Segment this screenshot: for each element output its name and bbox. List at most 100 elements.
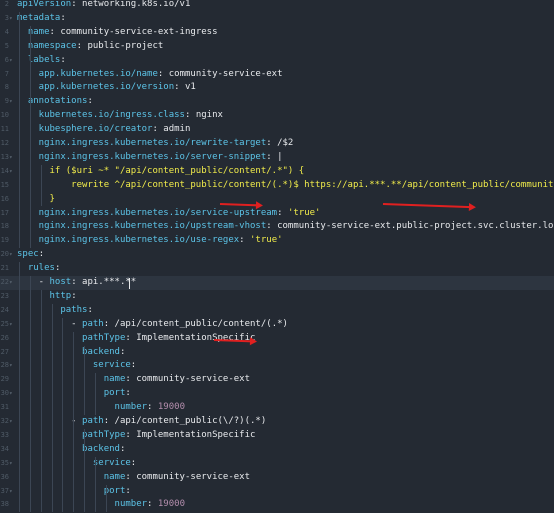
code-line[interactable]: 13 ▾ nginx.ingress.kubernetes.io/server-s… [0,151,554,165]
yaml-value: : [125,485,131,496]
chevron-down-icon[interactable]: ▾ [9,165,15,179]
code-line[interactable]: 24 paths: [0,304,554,318]
line-number: 7 [4,69,9,78]
line-number: 6 [4,55,9,64]
code-line[interactable]: 9 ▾ annotations: [0,95,554,109]
yaml-key: rules [17,263,55,274]
yaml-value: : [38,249,45,260]
code-line[interactable]: 3 ▾ metadata: [0,12,554,26]
chevron-down-icon[interactable]: ▾ [9,54,15,68]
yaml-value: : [87,96,93,107]
yaml-value: : [125,388,131,399]
code-line[interactable]: 14 ▾ if ($uri ~* "/api/content_public/con… [0,165,554,179]
code-text: rules: [17,262,61,276]
line-number: 11 [0,125,9,134]
code-text: if ($uri ~* "/api/content_public/content… [17,165,305,179]
yaml-key: backend [17,443,120,454]
chevron-down-icon[interactable]: ▾ [9,387,15,401]
code-line[interactable]: 12 nginx.ingress.kubernetes.io/rewrite-t… [0,137,554,151]
code-line[interactable]: 6 ▾ labels: [0,54,554,68]
yaml-key: number [17,402,148,413]
chevron-down-icon[interactable]: ▾ [9,485,15,499]
yaml-key: number [17,499,148,510]
yaml-value: : public-project [76,40,164,51]
chevron-down-icon[interactable]: ▾ [9,151,15,165]
yaml-key: path [82,416,104,426]
yaml-value: : [239,235,251,246]
chevron-down-icon[interactable]: ▾ [9,95,15,109]
indent-guide [94,373,96,415]
code-line[interactable]: 23 http: [0,290,554,304]
indent-guide [40,289,42,513]
code-line[interactable]: 18 nginx.ingress.kubernetes.io/upstream-… [0,220,554,234]
chevron-down-icon[interactable]: ▾ [9,457,15,471]
yaml-value: : [119,443,126,454]
code-line[interactable]: 2 apiVersion: networking.k8s.io/v1 [0,0,554,12]
line-number: 36 [0,472,9,481]
yaml-key: nginx.ingress.kubernetes.io/server-snipp… [17,151,267,162]
indent-guide [73,415,75,513]
code-line[interactable]: 11 kubesphere.io/creator: admin [0,123,554,137]
chevron-down-icon[interactable]: ▾ [9,276,15,290]
yaml-value: : ImplementationSpecific [125,429,256,440]
code-line[interactable]: 10 kubernetes.io/ingress.class: nginx [0,109,554,123]
yaml-string: 'true' [250,235,283,246]
code-line[interactable]: 20 ▾ spec: [0,248,554,262]
yaml-number: 19000 [157,499,185,510]
code-text: kubesphere.io/creator: admin [17,123,191,137]
yaml-value: : [277,207,288,218]
yaml-key: app.kubernetes.io/version [17,82,175,93]
chevron-down-icon[interactable]: ▾ [9,415,15,429]
line-number: 9 [4,97,9,106]
code-line[interactable]: 5 namespace: public-project [0,40,554,54]
line-number: 15 [0,180,9,189]
yaml-value: : api.***.** [71,277,137,287]
yaml-string: if ($uri ~* "/api/content_public/content… [17,165,305,176]
code-line[interactable]: 8 app.kubernetes.io/version: v1 [0,81,554,95]
line-number: 13 [0,152,9,161]
yaml-value: : [130,360,137,371]
chevron-down-icon[interactable]: ▾ [9,12,15,26]
indent-guide [19,11,20,249]
code-line[interactable]: 21 rules: [0,262,554,276]
chevron-down-icon[interactable]: ▾ [9,318,15,332]
code-line[interactable]: 4 name: community-service-ext-ingress [0,26,554,40]
line-number: 10 [0,111,9,120]
yaml-key: nginx.ingress.kubernetes.io/rewrite-targ… [17,138,267,148]
chevron-down-icon[interactable]: ▾ [9,248,15,262]
line-number: 20 [0,250,9,259]
code-line[interactable]: 19 nginx.ingress.kubernetes.io/use-regex… [0,234,554,248]
yaml-value: : [54,263,61,274]
line-number: 23 [0,291,9,300]
yaml-key: http [17,290,72,301]
code-line[interactable]: 22 ▾ - host: api.***.** [0,276,554,290]
code-line[interactable]: 15 rewrite ^/api/content_public/content/… [0,179,554,193]
yaml-value: - [17,318,83,329]
yaml-value: : v1 [174,82,196,93]
code-line[interactable]: 32 ▾ - path: /api/content_public(\/?)(.*) [0,415,554,429]
indent-guide [73,331,75,415]
code-line[interactable]: 7 app.kubernetes.io/name: community-serv… [0,68,554,82]
chevron-down-icon[interactable]: ▾ [9,359,15,373]
line-number: 38 [0,500,9,509]
yaml-string: 'true' [287,207,321,218]
yaml-value: : nginx [184,110,223,121]
indent-guide [62,317,64,513]
yaml-value: : networking.k8s.io/v1 [71,0,191,9]
yaml-value: : | [266,151,283,162]
code-text: kubernetes.io/ingress.class: nginx [17,109,223,123]
yaml-value: : community-service-ext.public-project.s… [266,221,554,232]
line-number: 19 [0,236,9,245]
code-text: nginx.ingress.kubernetes.io/service-upst… [17,207,321,221]
code-text: - path: /api/content_public(\/?)(.*) [17,415,266,429]
yaml-string: } [17,193,55,204]
code-line[interactable]: 25 ▾ - path: /api/content_public/content/… [0,318,554,332]
line-number: 3 [4,13,9,22]
code-text: namespace: public-project [17,40,163,54]
code-text: backend: [17,346,125,360]
yaml-key: pathType [17,429,126,440]
indent-guide [105,484,107,513]
yaml-key: nginx.ingress.kubernetes.io/service-upst… [17,207,278,218]
code-line[interactable]: 26 pathType: ImplementationSpecific [0,332,554,346]
code-editor[interactable]: 2 apiVersion: networking.k8s.io/v1 3 ▾ metad… [0,0,554,513]
